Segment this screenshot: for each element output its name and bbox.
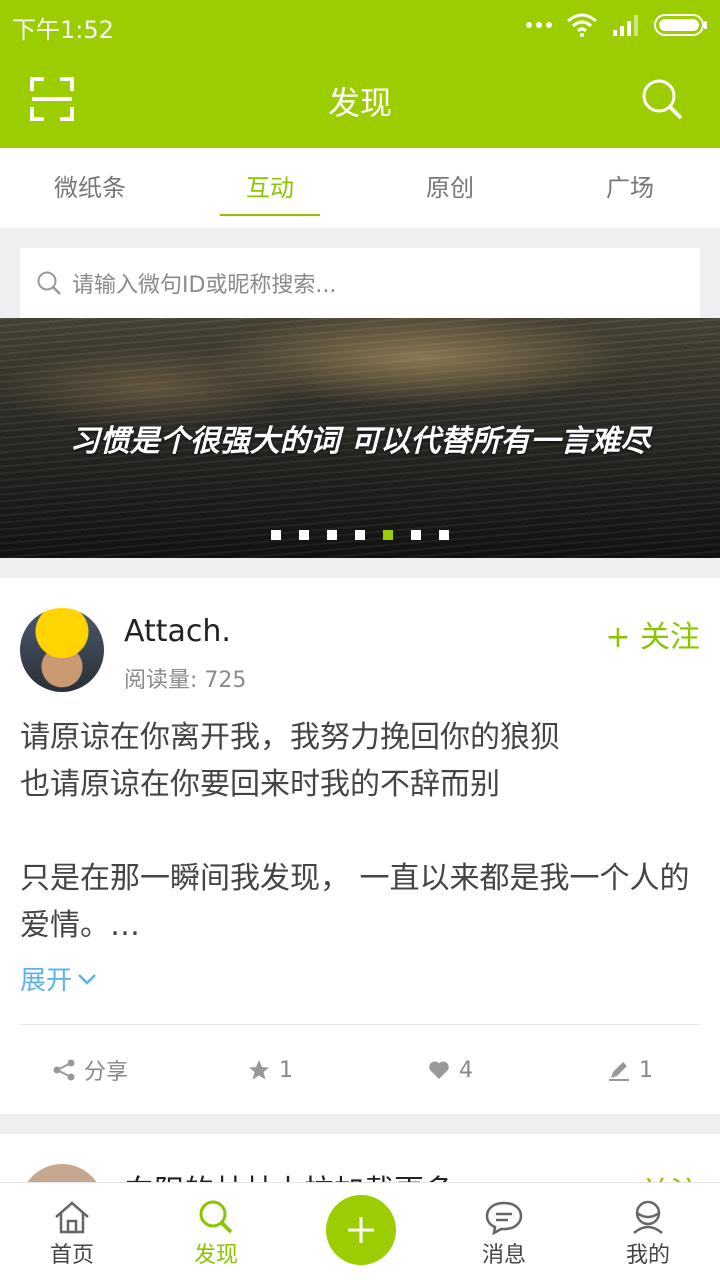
nav-discover[interactable]: 发现 <box>144 1183 288 1280</box>
tab-hudong[interactable]: 互动 <box>180 148 360 228</box>
nav-profile-label: 我的 <box>625 1243 670 1268</box>
chevron-down-icon <box>78 973 96 985</box>
share-button[interactable]: 分享 <box>0 1046 180 1094</box>
message-icon <box>485 1201 523 1235</box>
status-icons <box>526 10 708 40</box>
pen-icon <box>609 1062 629 1081</box>
tab-bar: 微纸条 互动 原创 广场 <box>0 148 720 228</box>
nav-create <box>288 1183 432 1280</box>
search-field-icon <box>37 271 61 295</box>
expand-label: 展开 <box>20 966 73 996</box>
tab-weizhitiao[interactable]: 微纸条 <box>0 148 180 228</box>
avatar[interactable] <box>20 608 104 692</box>
nav-messages[interactable]: 消息 <box>432 1183 576 1280</box>
nav-home-label: 首页 <box>49 1243 94 1268</box>
divider <box>20 1024 700 1025</box>
star-icon <box>249 1060 269 1080</box>
profile-icon <box>633 1200 663 1234</box>
star-button[interactable]: 1 <box>180 1046 360 1094</box>
comment-button[interactable]: 1 <box>540 1046 720 1094</box>
search-input[interactable]: 请输入微句ID或昵称搜索... <box>20 248 700 318</box>
heart-icon <box>429 1061 449 1079</box>
battery-icon <box>654 14 707 36</box>
banner-dot[interactable] <box>355 530 365 540</box>
status-bar: 下午1:52 <box>0 0 720 50</box>
search-icon[interactable] <box>640 77 684 121</box>
banner-carousel[interactable]: 习惯是个很强大的词 可以代替所有一言难尽 <box>0 318 720 558</box>
app-header: 发现 <box>0 50 720 148</box>
wifi-icon <box>567 13 597 37</box>
tab-yuanchuang[interactable]: 原创 <box>360 148 540 228</box>
banner-dot[interactable] <box>327 530 337 540</box>
expand-link[interactable]: 展开 <box>20 960 98 997</box>
author-name[interactable]: Attach. <box>124 614 231 649</box>
page-title: 发现 <box>327 84 392 122</box>
like-count: 4 <box>459 1057 473 1083</box>
banner-dot-active[interactable] <box>383 530 393 540</box>
post-card: Attach. 阅读量: 725 + 关注 请原谅在你离开我，我努力挽回你的狼狈… <box>0 578 720 1114</box>
banner-pagination <box>271 530 449 540</box>
like-button[interactable]: 4 <box>360 1046 540 1094</box>
banner-dot[interactable] <box>271 530 281 540</box>
signal-icon <box>613 15 638 36</box>
nav-discover-label: 发现 <box>193 1243 238 1268</box>
share-label: 分享 <box>83 1060 128 1085</box>
dots-icon <box>526 22 552 28</box>
share-icon <box>53 1059 75 1081</box>
nav-messages-label: 消息 <box>481 1243 526 1268</box>
comment-count: 1 <box>639 1057 653 1083</box>
read-count: 阅读量: 725 <box>124 668 247 693</box>
create-post-button[interactable] <box>326 1195 396 1265</box>
follow-button[interactable]: + 关注 <box>605 612 700 656</box>
star-count: 1 <box>279 1057 293 1083</box>
status-time: 下午1:52 <box>12 16 114 44</box>
plus-icon <box>348 1217 374 1243</box>
post-text[interactable]: 请原谅在你离开我，我努力挽回你的狼狈 也请原谅在你要回来时我的不辞而别 只是在那… <box>20 714 710 949</box>
nav-home[interactable]: 首页 <box>0 1183 144 1280</box>
banner-text: 习惯是个很强大的词 可以代替所有一言难尽 <box>69 424 651 459</box>
nav-profile[interactable]: 我的 <box>576 1183 720 1280</box>
tab-guangchang[interactable]: 广场 <box>540 148 720 228</box>
search-placeholder: 请输入微句ID或昵称搜索... <box>72 273 337 298</box>
banner-dot[interactable] <box>411 530 421 540</box>
bottom-nav: 首页 发现 消息 我的 <box>0 1182 720 1280</box>
banner-dot[interactable] <box>439 530 449 540</box>
post-action-bar: 分享 1 4 1 <box>0 1046 720 1094</box>
banner-dot[interactable] <box>299 530 309 540</box>
discover-search-icon <box>199 1200 233 1234</box>
home-icon <box>55 1201 89 1234</box>
